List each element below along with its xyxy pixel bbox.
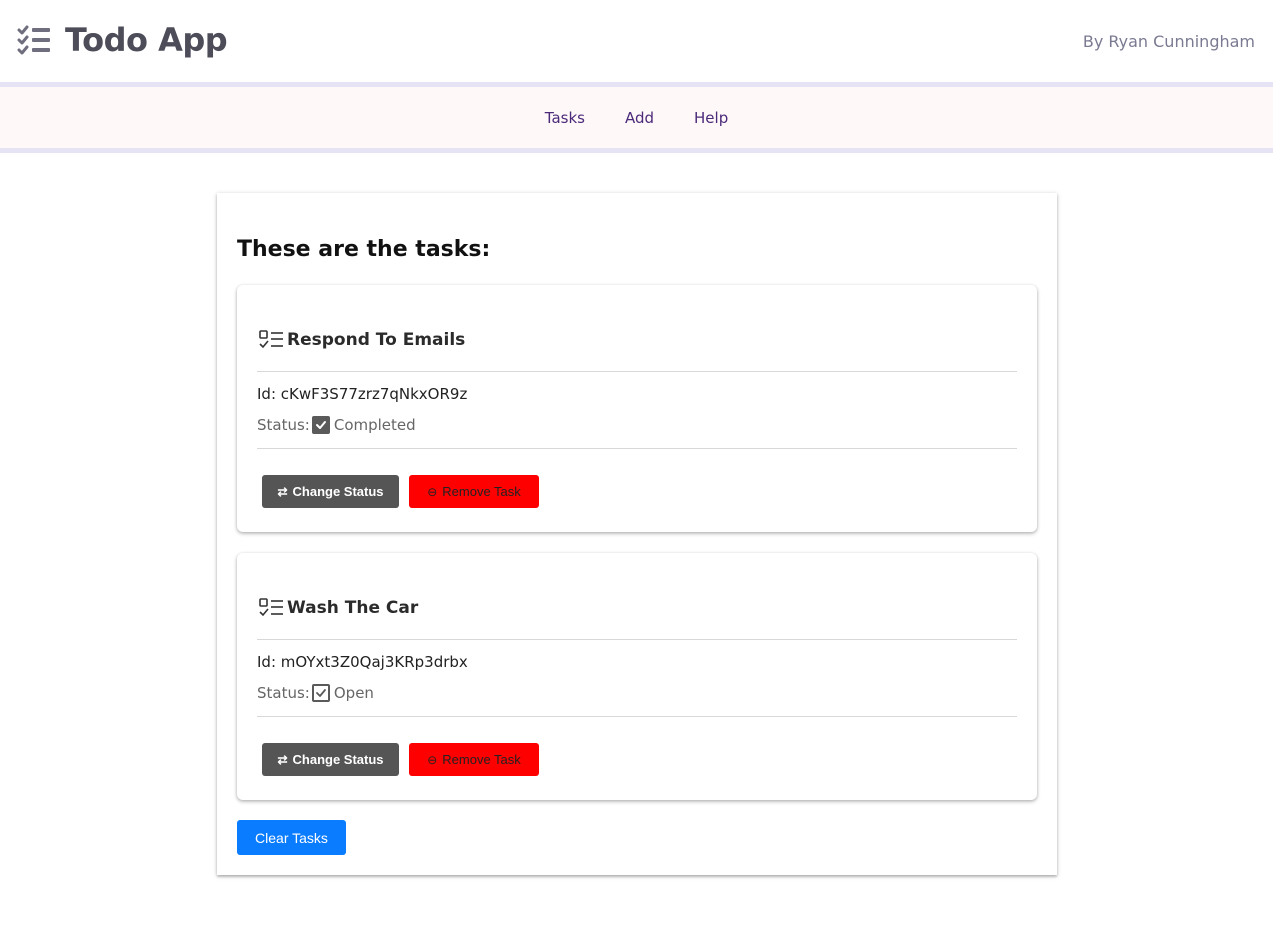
checklist-icon (17, 25, 50, 55)
app-header: Todo App By Ryan Cunningham (0, 0, 1273, 82)
task-header: Respond To Emails (257, 329, 465, 351)
divider (257, 448, 1017, 449)
task-status-label: Status: (257, 684, 310, 702)
remove-task-button[interactable]: ⊖ Remove Task (409, 743, 539, 776)
nav-link-tasks[interactable]: Tasks (545, 109, 585, 127)
task-list-icon (259, 598, 283, 617)
main-nav: Tasks Add Help (0, 82, 1273, 153)
task-status-label: Status: (257, 416, 310, 434)
task-card: Respond To Emails Id: cKwF3S77zrz7qNkxOR… (237, 285, 1037, 532)
task-panel: These are the tasks: Respond To Emails I… (217, 193, 1057, 875)
remove-task-label: Remove Task (442, 752, 521, 767)
task-name: Respond To Emails (287, 330, 466, 350)
clear-tasks-button[interactable]: Clear Tasks (237, 820, 346, 855)
task-header: Wash The Car (257, 597, 418, 619)
task-id: Id: mOYxt3Z0Qaj3KRp3drbx (257, 653, 468, 671)
divider (257, 639, 1017, 640)
page-title: These are the tasks: (237, 237, 491, 262)
swap-arrows-icon: ⇄ (277, 752, 288, 767)
task-list-icon (259, 330, 283, 349)
change-status-button[interactable]: ⇄ Change Status (262, 475, 399, 508)
task-status: Status: Completed (257, 416, 416, 434)
unchecked-box-icon (311, 684, 330, 702)
app-title: Todo App (65, 21, 228, 59)
task-card: Wash The Car Id: mOYxt3Z0Qaj3KRp3drbx St… (237, 553, 1037, 800)
nav-links: Tasks Add Help (0, 87, 1273, 148)
swap-arrows-icon: ⇄ (277, 484, 288, 499)
nav-link-help[interactable]: Help (694, 109, 728, 127)
author-credit: By Ryan Cunningham (1082, 32, 1255, 51)
change-status-button[interactable]: ⇄ Change Status (262, 743, 399, 776)
task-id-value: mOYxt3Z0Qaj3KRp3drbx (280, 653, 468, 671)
remove-task-button[interactable]: ⊖ Remove Task (409, 475, 539, 508)
nav-link-add[interactable]: Add (625, 109, 654, 127)
minus-circle-icon: ⊖ (427, 752, 438, 767)
checked-box-icon (311, 416, 330, 434)
remove-task-label: Remove Task (442, 484, 521, 499)
task-id-label: Id: (257, 653, 276, 671)
minus-circle-icon: ⊖ (427, 484, 438, 499)
divider (257, 371, 1017, 372)
task-status-value: Completed (333, 416, 416, 434)
task-id-label: Id: (257, 385, 276, 403)
change-status-label: Change Status (292, 752, 384, 767)
change-status-label: Change Status (292, 484, 384, 499)
task-id-value: cKwF3S77zrz7qNkxOR9z (280, 385, 468, 403)
task-id: Id: cKwF3S77zrz7qNkxOR9z (257, 385, 467, 403)
task-status-value: Open (333, 684, 374, 702)
divider (257, 716, 1017, 717)
task-name: Wash The Car (287, 598, 419, 618)
task-status: Status: Open (257, 684, 374, 702)
